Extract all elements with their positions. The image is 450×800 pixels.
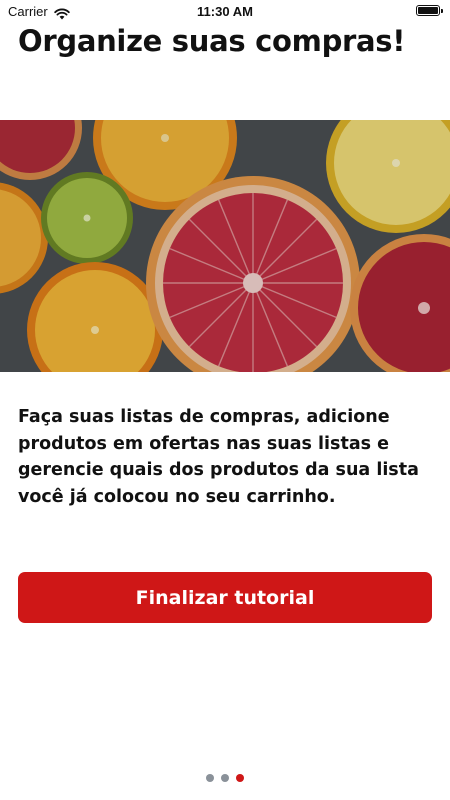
page-indicator [0, 774, 450, 782]
finish-tutorial-button[interactable]: Finalizar tutorial [18, 572, 432, 623]
status-time: 11:30 AM [197, 4, 253, 19]
citrus-fruit-image [0, 120, 450, 372]
page-indicator-dot[interactable] [221, 774, 229, 782]
status-bar: Carrier 11:30 AM [0, 0, 450, 22]
battery-icon [416, 5, 443, 16]
tutorial-description: Faça suas listas de compras, adicione pr… [18, 407, 419, 507]
page-indicator-dot[interactable] [206, 774, 214, 782]
page-indicator-dot-active[interactable] [236, 774, 244, 782]
page-title: Organize suas compras! [18, 24, 406, 58]
